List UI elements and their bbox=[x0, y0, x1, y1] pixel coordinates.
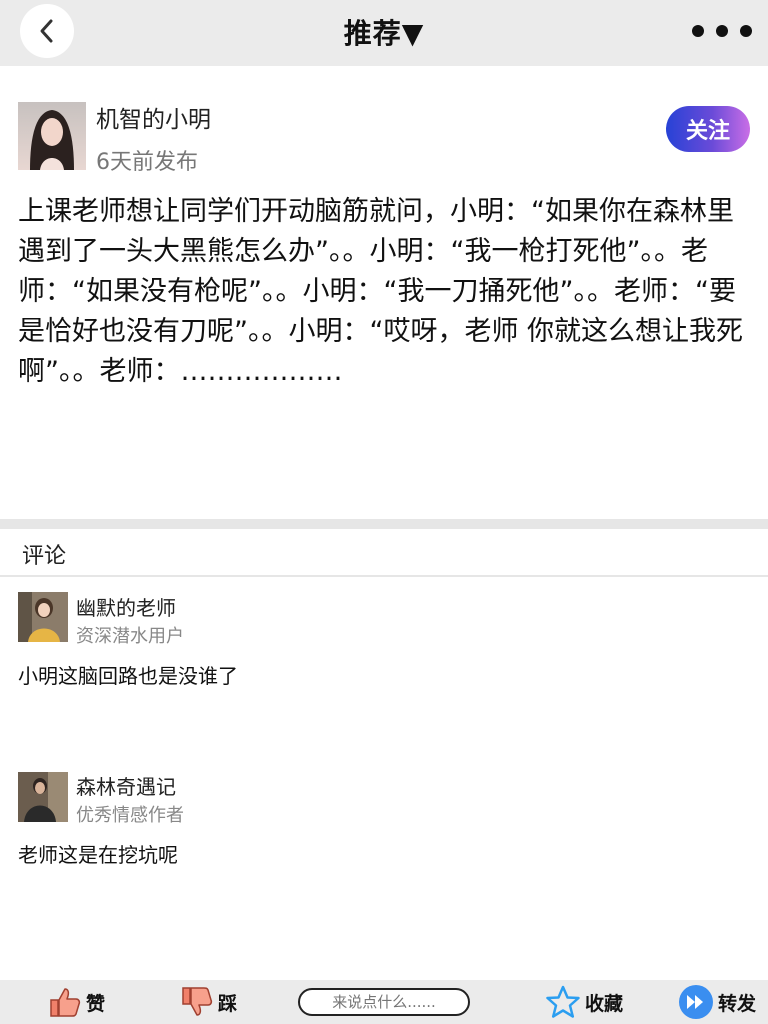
bottom-action-bar: 赞 踩 收藏 转发 bbox=[0, 980, 768, 1024]
post-timestamp: 6天前发布 bbox=[96, 150, 198, 175]
author-avatar[interactable] bbox=[18, 102, 86, 170]
more-options-button[interactable] bbox=[692, 21, 752, 41]
comment-input[interactable] bbox=[298, 988, 470, 1016]
feed-selector-title[interactable]: 推荐▼ bbox=[0, 12, 768, 52]
top-nav-bar: 推荐▼ bbox=[0, 0, 768, 66]
favorite-button[interactable]: 收藏 bbox=[545, 984, 623, 1020]
author-name[interactable]: 机智的小明 bbox=[96, 100, 211, 134]
share-label: 转发 bbox=[718, 992, 757, 1015]
commenter-avatar[interactable] bbox=[18, 772, 68, 822]
more-dot-icon bbox=[716, 25, 728, 37]
like-button[interactable]: 赞 bbox=[48, 984, 105, 1020]
share-button[interactable]: 转发 bbox=[678, 984, 756, 1020]
like-label: 赞 bbox=[86, 992, 106, 1015]
comment-text: 小明这脑回路也是没谁了 bbox=[18, 664, 238, 688]
favorite-label: 收藏 bbox=[585, 992, 624, 1015]
star-icon bbox=[546, 985, 580, 1018]
follow-button[interactable]: 关注 bbox=[666, 106, 750, 152]
commenter-badge: 优秀情感作者 bbox=[76, 805, 184, 826]
section-divider bbox=[0, 519, 768, 529]
commenter-name[interactable]: 森林奇遇记 bbox=[76, 771, 176, 800]
more-dot-icon bbox=[692, 25, 704, 37]
thumbs-up-icon bbox=[50, 988, 81, 1017]
dislike-label: 踩 bbox=[218, 992, 238, 1015]
commenter-name[interactable]: 幽默的老师 bbox=[76, 592, 176, 621]
more-dot-icon bbox=[740, 25, 752, 37]
commenter-badge: 资深潜水用户 bbox=[76, 626, 184, 647]
thumbs-down-icon bbox=[182, 987, 213, 1016]
commenter-avatar[interactable] bbox=[18, 592, 68, 642]
post-body-text: 上课老师想让同学们开动脑筋就问，小明：“如果你在森林里遇到了一头大黑熊怎么办”。… bbox=[18, 196, 744, 387]
comments-divider bbox=[0, 575, 768, 577]
dislike-button[interactable]: 踩 bbox=[180, 984, 237, 1020]
fast-forward-icon bbox=[679, 985, 713, 1019]
comment-text: 老师这是在挖坑呢 bbox=[18, 843, 178, 867]
comments-heading: 评论 bbox=[22, 544, 67, 569]
